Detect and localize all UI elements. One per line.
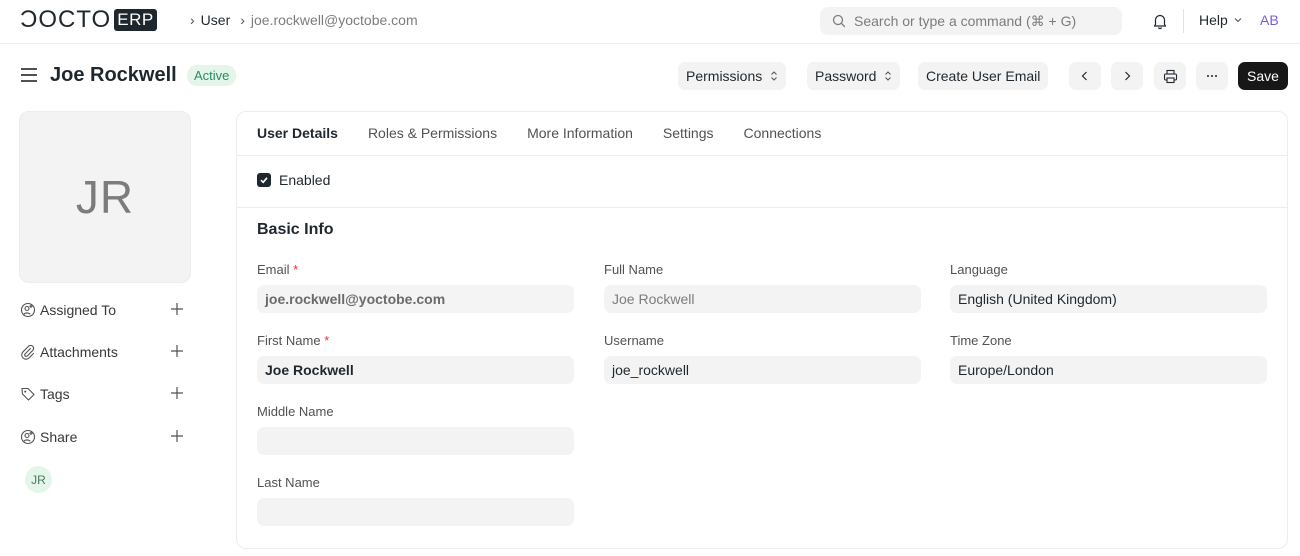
- sidebar-item-label: Attachments: [40, 344, 118, 360]
- password-button[interactable]: Password: [807, 62, 901, 90]
- plus-icon[interactable]: [170, 344, 184, 358]
- bell-icon[interactable]: [1150, 11, 1170, 31]
- breadcrumb-current[interactable]: joe.rockwell@yoctobe.com: [251, 12, 418, 28]
- tab-more-information[interactable]: More Information: [527, 112, 633, 156]
- paperclip-icon: [21, 344, 35, 360]
- chevron-right-icon: [1125, 71, 1131, 81]
- chevron-right-icon: ›: [190, 12, 195, 28]
- enabled-checkbox[interactable]: [257, 173, 271, 187]
- middle-name-label: Middle Name: [257, 404, 334, 419]
- logo-text: ƆOCTO: [20, 6, 112, 33]
- user-add-icon: [20, 302, 36, 318]
- chevron-down-icon: [1234, 18, 1242, 23]
- form-card: User Details Roles & Permissions More In…: [236, 111, 1288, 549]
- password-label: Password: [815, 68, 877, 84]
- email-field[interactable]: joe.rockwell@yoctobe.com: [257, 285, 574, 313]
- top-navbar: ƆOCTO ERP › User › joe.rockwell@yoctobe.…: [0, 0, 1300, 44]
- breadcrumb-user-link[interactable]: User: [201, 12, 231, 28]
- sidebar-item-label: Tags: [40, 386, 70, 402]
- page-header: Joe Rockwell Active Permissions Password…: [0, 56, 1300, 96]
- plus-icon[interactable]: [170, 302, 184, 316]
- required-marker: *: [293, 262, 299, 277]
- enabled-checkbox-row[interactable]: Enabled: [257, 172, 330, 188]
- full-name-label: Full Name: [604, 262, 664, 277]
- more-horizontal-icon: [1207, 75, 1217, 77]
- hamburger-icon[interactable]: [21, 68, 37, 82]
- last-name-label: Last Name: [257, 475, 320, 490]
- checkmark-icon: [260, 177, 268, 184]
- plus-icon[interactable]: [170, 429, 184, 443]
- sidebar-item-label: Assigned To: [40, 302, 117, 318]
- help-label: Help: [1199, 12, 1228, 28]
- chevron-right-icon: ›: [240, 12, 245, 28]
- permissions-label: Permissions: [686, 68, 763, 84]
- updown-icon: [771, 71, 778, 81]
- plus-icon[interactable]: [170, 386, 184, 400]
- username-field[interactable]: joe_rockwell: [604, 356, 921, 384]
- sidebar-item-assigned-to[interactable]: Assigned To: [20, 298, 190, 322]
- tab-roles-permissions[interactable]: Roles & Permissions: [368, 112, 497, 156]
- time-zone-field[interactable]: Europe/London: [950, 356, 1267, 384]
- user-avatar[interactable]: AB: [1260, 12, 1279, 28]
- language-field[interactable]: English (United Kingdom): [950, 285, 1267, 313]
- create-email-label: Create User Email: [926, 68, 1041, 84]
- first-name-field[interactable]: Joe Rockwell: [257, 356, 574, 384]
- navbar-divider: [1183, 9, 1184, 33]
- full-name-field[interactable]: Joe Rockwell: [604, 285, 921, 313]
- tab-user-details[interactable]: User Details: [257, 112, 338, 156]
- tag-icon: [21, 387, 35, 401]
- search-placeholder: Search or type a command (⌘ + G): [854, 12, 1077, 29]
- section-title: Basic Info: [257, 221, 334, 238]
- updown-icon: [885, 71, 892, 81]
- time-zone-label: Time Zone: [950, 333, 1012, 348]
- language-label: Language: [950, 262, 1008, 277]
- help-dropdown[interactable]: Help: [1199, 12, 1243, 28]
- shared-user-avatar[interactable]: JR: [25, 466, 52, 493]
- logo-badge: ERP: [114, 9, 157, 31]
- print-button[interactable]: [1154, 62, 1186, 90]
- permissions-button[interactable]: Permissions: [678, 62, 787, 90]
- page-title: Joe Rockwell: [50, 64, 177, 86]
- required-marker: *: [324, 333, 330, 348]
- tab-settings[interactable]: Settings: [663, 112, 714, 156]
- enabled-label: Enabled: [279, 172, 331, 188]
- section-divider: [237, 207, 1287, 208]
- sidebar-item-share[interactable]: Share: [20, 425, 190, 449]
- sidebar-item-attachments[interactable]: Attachments: [20, 340, 190, 364]
- search-icon: [832, 14, 846, 28]
- sidebar-item-label: Share: [40, 429, 78, 445]
- email-label: Email *: [257, 262, 298, 277]
- first-name-label-text: First Name: [257, 333, 321, 348]
- last-name-field[interactable]: [257, 498, 574, 526]
- sidebar-item-tags[interactable]: Tags: [20, 382, 190, 406]
- first-name-label: First Name *: [257, 333, 329, 348]
- create-user-email-button[interactable]: Create User Email: [918, 62, 1049, 90]
- middle-name-field[interactable]: [257, 427, 574, 455]
- tabs-divider: [237, 155, 1287, 156]
- save-button[interactable]: Save: [1238, 62, 1288, 90]
- app-logo[interactable]: ƆOCTO ERP: [20, 8, 157, 32]
- more-actions-button[interactable]: [1196, 62, 1228, 90]
- next-record-button[interactable]: [1111, 62, 1143, 90]
- user-add-icon: [20, 429, 36, 445]
- printer-icon: [1163, 69, 1177, 83]
- search-input[interactable]: Search or type a command (⌘ + G): [820, 7, 1122, 35]
- status-badge: Active: [187, 65, 237, 86]
- tab-connections[interactable]: Connections: [744, 112, 822, 156]
- email-label-text: Email: [257, 262, 290, 277]
- user-avatar-large[interactable]: JR: [19, 111, 191, 283]
- chevron-left-icon: [1081, 71, 1087, 81]
- breadcrumb: › User › joe.rockwell@yoctobe.com: [190, 12, 418, 28]
- form-tabs: User Details Roles & Permissions More In…: [257, 112, 851, 156]
- previous-record-button[interactable]: [1069, 62, 1101, 90]
- username-label: Username: [604, 333, 664, 348]
